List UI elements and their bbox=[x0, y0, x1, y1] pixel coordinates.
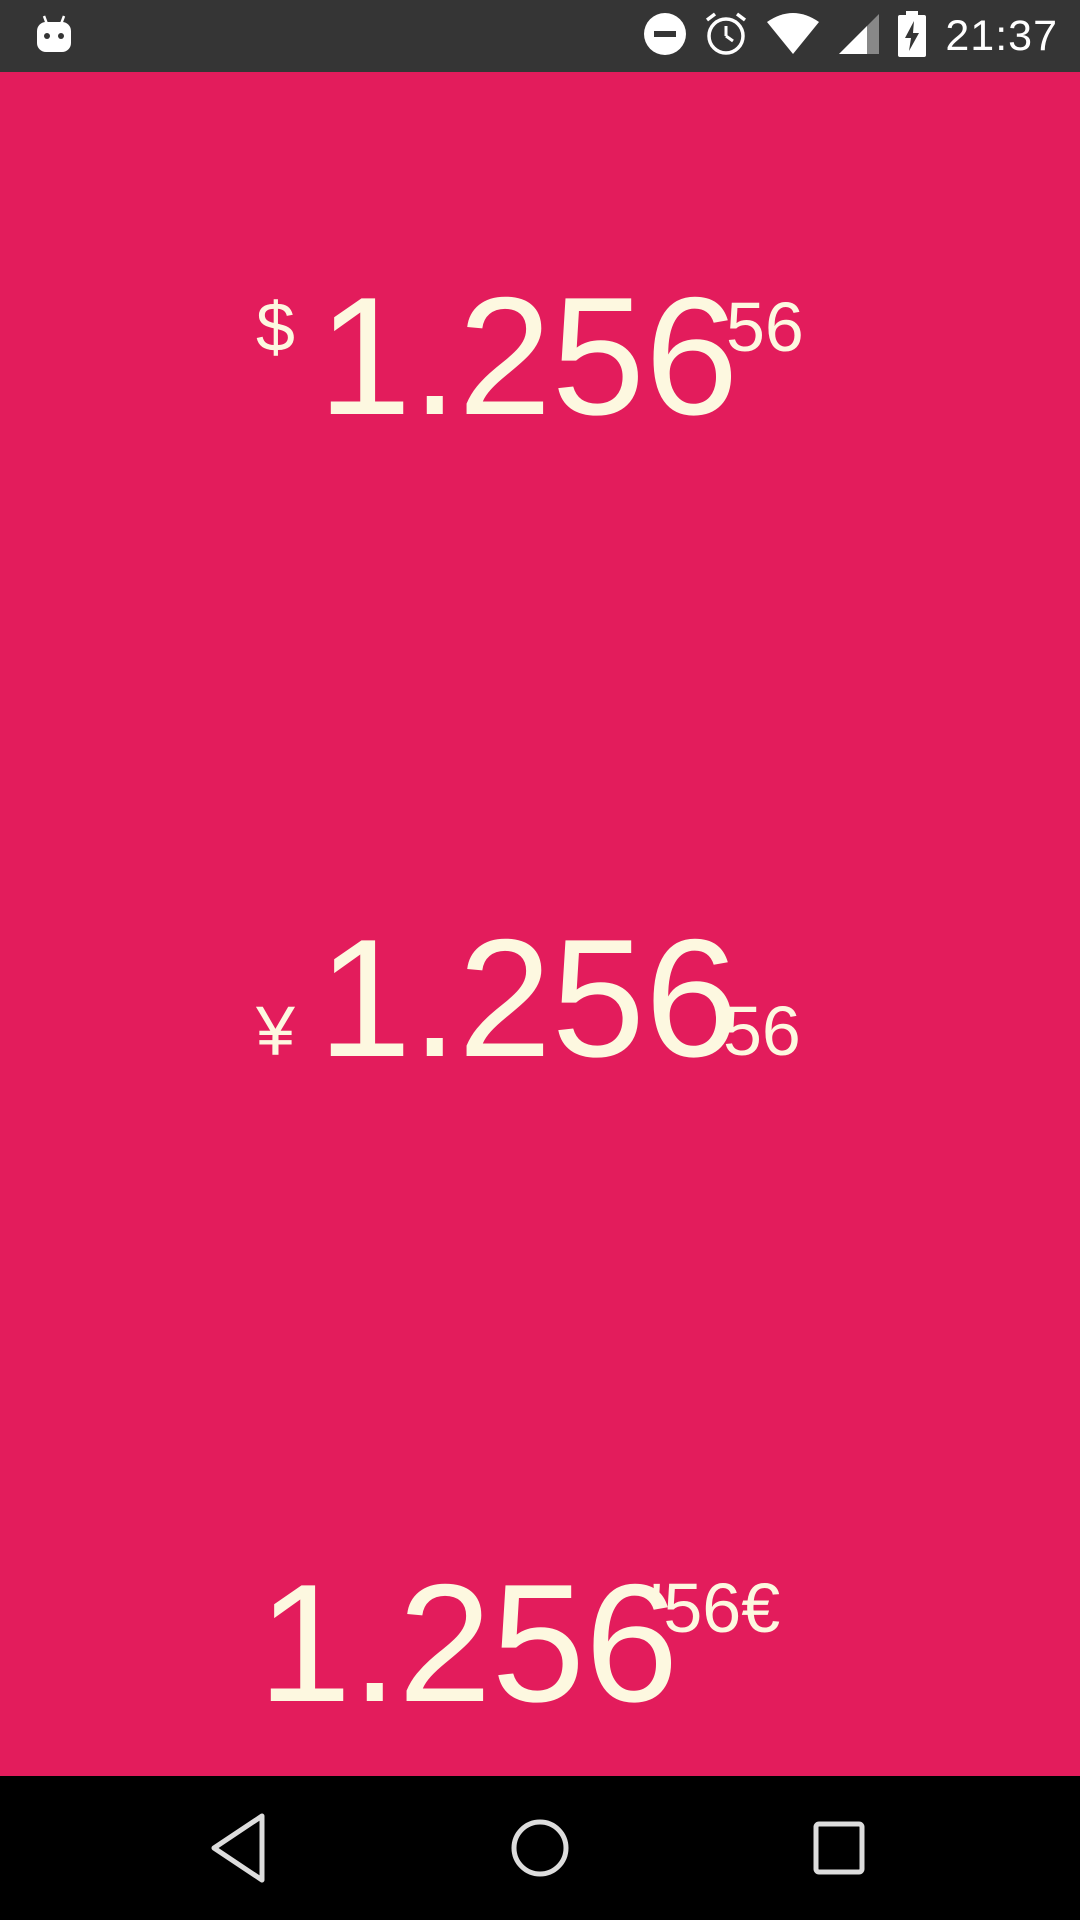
amount-yen: ¥ 1.256 56 bbox=[0, 914, 1080, 1084]
back-icon[interactable] bbox=[200, 1810, 280, 1886]
amount-integer: 1.256 bbox=[258, 1549, 679, 1737]
navigation-bar bbox=[0, 1776, 1080, 1920]
amount-euro: 1.256 '56€ bbox=[0, 1559, 1080, 1729]
amount-dollar: $ 1.256 56 bbox=[0, 272, 1080, 442]
recent-apps-icon[interactable] bbox=[800, 1810, 880, 1886]
currency-display-area: $ 1.256 56 ¥ 1.256 56 1.256 '56€ bbox=[0, 72, 1080, 1776]
cell-signal-icon bbox=[837, 12, 881, 61]
alarm-icon bbox=[703, 11, 749, 62]
amount-decimal: 56 bbox=[726, 288, 804, 366]
currency-symbol: ¥ bbox=[256, 992, 295, 1070]
amount-decimal: '56€ bbox=[650, 1569, 781, 1647]
status-bar: 21:37 bbox=[0, 0, 1080, 72]
do-not-disturb-icon bbox=[643, 12, 687, 61]
wifi-icon bbox=[765, 12, 821, 61]
status-time: 21:37 bbox=[945, 11, 1058, 60]
battery-charging-icon bbox=[897, 10, 927, 62]
home-icon[interactable] bbox=[500, 1810, 580, 1886]
amount-decimal: 56 bbox=[723, 992, 801, 1070]
amount-integer: 1.256 bbox=[318, 904, 739, 1092]
currency-symbol: $ bbox=[256, 288, 295, 366]
status-icons: 21:37 bbox=[627, 0, 1058, 72]
amount-integer: 1.256 bbox=[318, 262, 739, 450]
android-icon bbox=[36, 14, 72, 52]
